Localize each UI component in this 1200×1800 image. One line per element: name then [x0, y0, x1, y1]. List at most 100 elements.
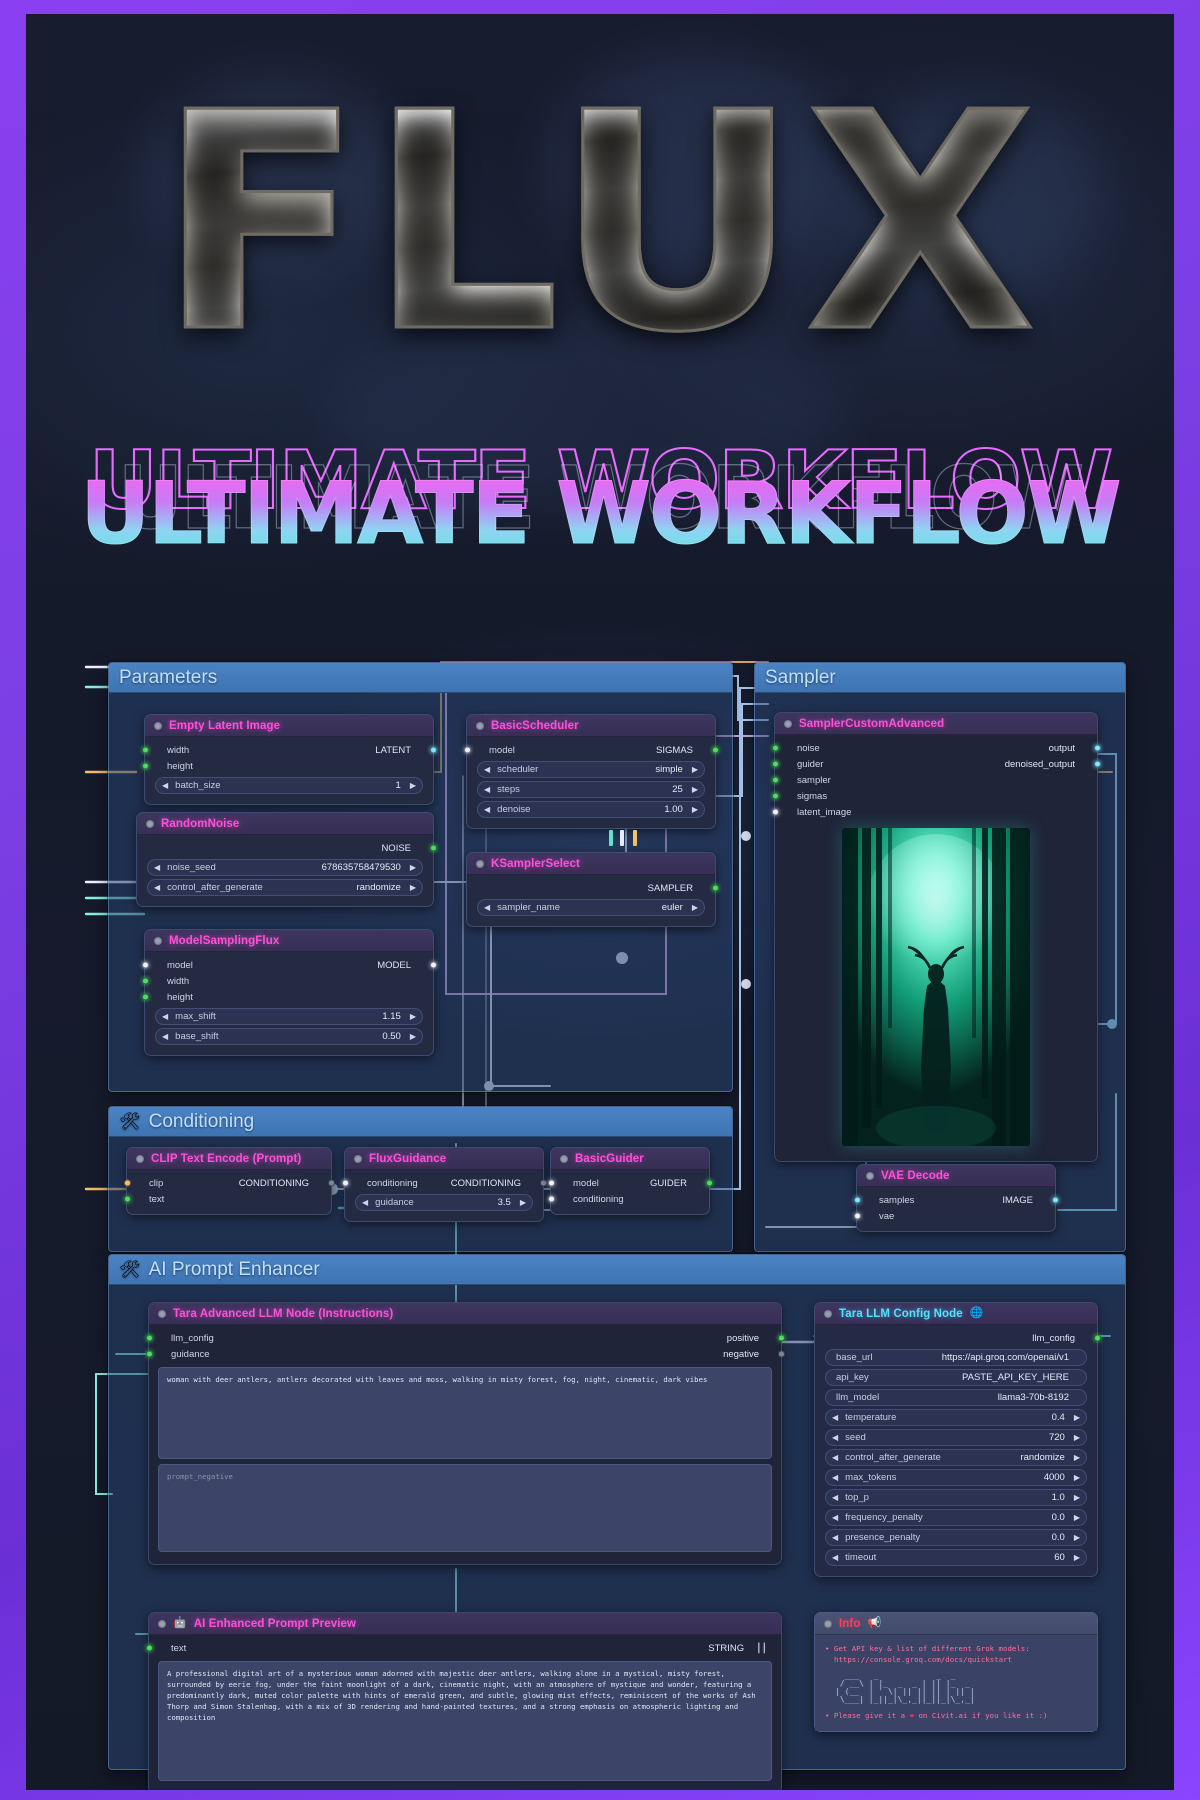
widget-batch-size[interactable]: ◀ batch_size 1 ▶: [155, 777, 423, 794]
output-port[interactable]: [429, 961, 437, 969]
chevron-left-icon[interactable]: ◀: [832, 1473, 838, 1482]
collapse-dot-icon[interactable]: [476, 721, 484, 730]
chevron-right-icon[interactable]: ▶: [410, 1012, 416, 1021]
output-port[interactable]: [777, 1334, 785, 1342]
slot-row[interactable]: vae: [853, 1208, 1055, 1224]
chevron-right-icon[interactable]: ▶: [410, 863, 416, 872]
collapse-dot-icon[interactable]: [866, 1171, 874, 1180]
chevron-right-icon[interactable]: ▶: [1074, 1473, 1080, 1482]
widget-denoise[interactable]: ◀ denoise 1.00 ▶: [477, 801, 705, 818]
chevron-right-icon[interactable]: ▶: [692, 805, 698, 814]
chevron-left-icon[interactable]: ◀: [484, 805, 490, 814]
slot-row[interactable]: width LATENT: [141, 742, 437, 758]
collapse-dot-icon[interactable]: [784, 719, 792, 728]
input-port[interactable]: [771, 744, 779, 752]
chevron-right-icon[interactable]: ▶: [1074, 1533, 1080, 1542]
slot-row[interactable]: guider denoised_output: [771, 756, 1101, 772]
output-port[interactable]: [1093, 744, 1101, 752]
collapse-dot-icon[interactable]: [560, 1154, 568, 1163]
group-sampler-header[interactable]: Sampler: [755, 663, 1125, 693]
slot-row[interactable]: width: [141, 973, 433, 989]
chevron-left-icon[interactable]: ◀: [154, 883, 160, 892]
widget-api-key[interactable]: api_key PASTE_API_KEY_HERE: [825, 1369, 1087, 1386]
output-port[interactable]: [705, 1179, 713, 1187]
widget-scheduler[interactable]: ◀ scheduler simple ▶: [477, 761, 705, 778]
input-port[interactable]: [853, 1196, 861, 1204]
widget-base-url[interactable]: base_url https://api.groq.com/openai/v1: [825, 1349, 1087, 1366]
slot-row[interactable]: height: [141, 758, 433, 774]
input-port[interactable]: [341, 1179, 349, 1187]
collapse-dot-icon[interactable]: [154, 721, 162, 730]
input-port[interactable]: [771, 792, 779, 800]
chevron-right-icon[interactable]: ▶: [1074, 1453, 1080, 1462]
input-port[interactable]: [141, 961, 149, 969]
node-tara-advanced-llm[interactable]: Tara Advanced LLM Node (Instructions) ll…: [145, 1302, 785, 1565]
chevron-left-icon[interactable]: ◀: [162, 1032, 168, 1041]
collapse-dot-icon[interactable]: [154, 936, 162, 945]
output-port[interactable]: [711, 746, 719, 754]
input-port[interactable]: [771, 776, 779, 784]
node-header[interactable]: KSamplerSelect: [467, 853, 715, 875]
chevron-right-icon[interactable]: ▶: [1074, 1493, 1080, 1502]
chevron-right-icon[interactable]: ▶: [520, 1198, 526, 1207]
slot-row[interactable]: height: [141, 989, 433, 1005]
widget-steps[interactable]: ◀ steps 25 ▶: [477, 781, 705, 798]
node-tara-llm-config[interactable]: Tara LLM Config Node 🌐 llm_config base_u…: [814, 1302, 1101, 1577]
collapse-dot-icon[interactable]: [824, 1619, 832, 1628]
node-header[interactable]: BasicGuider: [551, 1148, 709, 1170]
output-port[interactable]: [429, 844, 437, 852]
chevron-right-icon[interactable]: ▶: [1074, 1513, 1080, 1522]
widget-timeout[interactable]: ◀ timeout 60 ▶: [825, 1549, 1087, 1566]
widget-temperature[interactable]: ◀ temperature 0.4 ▶: [825, 1409, 1087, 1426]
chevron-right-icon[interactable]: ▶: [692, 785, 698, 794]
slot-row[interactable]: conditioning: [547, 1191, 709, 1207]
input-port[interactable]: [771, 808, 779, 816]
chevron-left-icon[interactable]: ◀: [832, 1513, 838, 1522]
image-preview[interactable]: [842, 828, 1030, 1146]
chevron-right-icon[interactable]: ▶: [1074, 1433, 1080, 1442]
chevron-right-icon[interactable]: ▶: [410, 781, 416, 790]
widget-base-shift[interactable]: ◀ base_shift 0.50 ▶: [155, 1028, 423, 1045]
output-port[interactable]: [429, 746, 437, 754]
chevron-left-icon[interactable]: ◀: [832, 1413, 838, 1422]
chevron-right-icon[interactable]: ▶: [692, 903, 698, 912]
node-header[interactable]: 🤖 AI Enhanced Prompt Preview: [149, 1613, 781, 1635]
workflow-canvas[interactable]: FLUX FLUX ULTIMATE WORKFLOW ULTIMATE WOR…: [26, 14, 1174, 1790]
input-port[interactable]: [145, 1334, 153, 1342]
node-info[interactable]: Info 📢 • Get API key & list of different…: [814, 1612, 1098, 1733]
prompt-negative-textarea[interactable]: prompt_negative: [158, 1464, 772, 1552]
output-port[interactable]: [777, 1350, 785, 1358]
node-empty-latent-image[interactable]: Empty Latent Image width LATENT height ◀…: [141, 714, 437, 805]
chevron-right-icon[interactable]: ▶: [1074, 1553, 1080, 1562]
chevron-left-icon[interactable]: ◀: [832, 1433, 838, 1442]
node-header[interactable]: ModelSamplingFlux: [145, 930, 433, 952]
chevron-left-icon[interactable]: ◀: [162, 781, 168, 790]
group-enhancer-header[interactable]: 🛠 AI Prompt Enhancer: [109, 1255, 1125, 1285]
node-header[interactable]: FluxGuidance: [345, 1148, 543, 1170]
slot-row[interactable]: noise output: [771, 740, 1101, 756]
slot-row[interactable]: NOISE: [137, 840, 437, 856]
input-port[interactable]: [547, 1195, 555, 1203]
slot-row[interactable]: clip CONDITIONING: [123, 1175, 335, 1191]
input-port[interactable]: [141, 977, 149, 985]
node-header[interactable]: BasicScheduler: [467, 715, 715, 737]
widget-max-shift[interactable]: ◀ max_shift 1.15 ▶: [155, 1008, 423, 1025]
widget-seed[interactable]: ◀ seed 720 ▶: [825, 1429, 1087, 1446]
widget-noise-seed[interactable]: ◀ noise_seed 678635758479530 ▶: [147, 859, 423, 876]
widget-max-tokens[interactable]: ◀ max_tokens 4000 ▶: [825, 1469, 1087, 1486]
slot-row[interactable]: model MODEL: [141, 957, 437, 973]
group-conditioning-header[interactable]: 🛠 Conditioning: [109, 1107, 732, 1137]
input-port[interactable]: [547, 1179, 555, 1187]
input-port[interactable]: [463, 746, 471, 754]
output-port[interactable]: [1051, 1196, 1059, 1204]
collapse-dot-icon[interactable]: [158, 1309, 166, 1318]
input-port[interactable]: [853, 1212, 861, 1220]
node-header[interactable]: Info 📢: [815, 1613, 1097, 1635]
widget-frequency-penalty[interactable]: ◀ frequency_penalty 0.0 ▶: [825, 1509, 1087, 1526]
collapse-dot-icon[interactable]: [136, 1154, 144, 1163]
slot-row[interactable]: sampler: [771, 772, 1097, 788]
output-port[interactable]: [1093, 760, 1101, 768]
node-header[interactable]: Tara LLM Config Node 🌐: [815, 1303, 1097, 1325]
collapse-dot-icon[interactable]: [158, 1619, 166, 1628]
input-port[interactable]: [141, 762, 149, 770]
